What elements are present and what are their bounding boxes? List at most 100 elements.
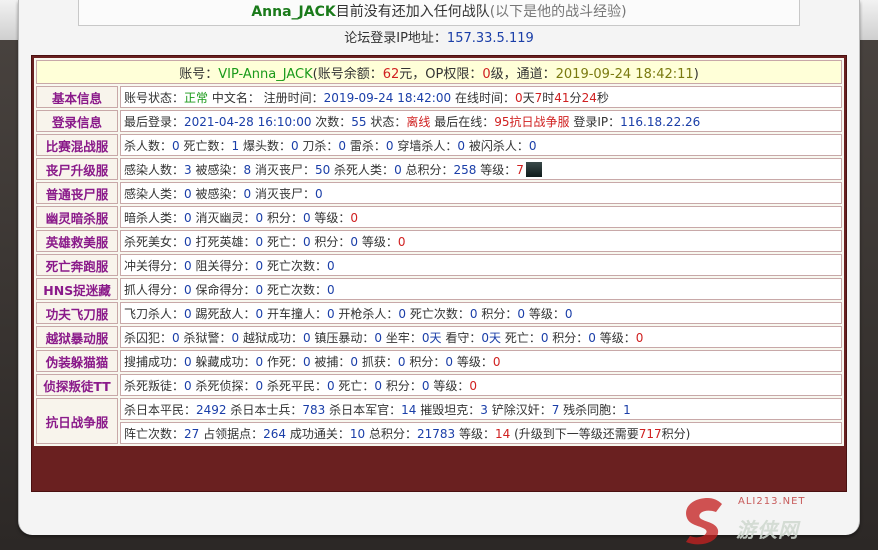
table-row: 丧尸升级服 感染人数：3 被感染：8 消灭丧尸：50 杀死人类：0 总积分：25… <box>36 158 842 180</box>
stat-value: 0 <box>302 330 311 345</box>
balance-label: (账号余额： <box>312 66 383 82</box>
hide-stats-cell: 搜捕成功：0 躲藏成功：0 作死：0 被捕：0 抓获：0 积分：0 等级：0 <box>120 350 842 372</box>
text: 占领据点： <box>199 426 264 441</box>
stat-value: 0 <box>184 186 192 201</box>
text: 积分： <box>548 330 589 345</box>
text: 积分： <box>310 234 351 249</box>
stat-value: 27 <box>184 426 200 441</box>
text: 搜捕成功： <box>124 354 185 369</box>
stat-value: 0 <box>184 258 192 273</box>
clan-status: 目前没有还加入任何战队 <box>335 4 490 20</box>
text: 死亡： <box>334 378 375 393</box>
text: 杀日本军官： <box>325 402 402 417</box>
stat-value: 0 <box>243 186 252 201</box>
stat-value: 0 <box>231 330 240 345</box>
stat-value: 0 <box>326 306 335 321</box>
category-hns: HNS捉迷藏 <box>36 278 118 300</box>
text: 杀死叛徒： <box>124 378 185 393</box>
stats-table: 账号：VIP-Anna_JACK(账号余额：62元，OP权限：0级，通道：201… <box>34 58 844 446</box>
stat-value: 0 <box>445 354 453 369</box>
text: 残杀同胞： <box>559 402 624 417</box>
stat-value: 0 <box>338 138 347 153</box>
table-row: 普通丧尸服 感染人类：0 被感染：0 消灭丧尸：0 <box>36 182 842 204</box>
text: 死亡： <box>501 330 541 345</box>
online-seconds: 24 <box>581 90 597 105</box>
text: 消灭丧尸： <box>251 186 315 201</box>
text: 秒 <box>596 90 609 105</box>
op-value: 0 <box>482 66 491 82</box>
text: 杀日本平民： <box>124 402 197 417</box>
text: 总积分： <box>365 426 417 441</box>
stat-value: 0 <box>290 138 299 153</box>
text: 等级： <box>455 426 495 441</box>
stat-value: 0天 <box>481 330 501 345</box>
text: 摧毁坦克： <box>416 402 481 417</box>
forum-ip-row: 论坛登录IP地址：157.33.5.119 <box>18 28 860 50</box>
stat-value: 0 <box>374 330 383 345</box>
text: 铲除汉奸： <box>487 402 552 417</box>
text: 等级： <box>525 306 565 321</box>
text: 等级： <box>476 162 517 177</box>
stat-value: 0天 <box>421 330 442 345</box>
hns-stats-cell: 抓人得分：0 保命得分：0 死亡次数：0 <box>120 278 842 300</box>
text: 杀死美女： <box>124 234 185 249</box>
stat-value: 0 <box>528 138 537 153</box>
player-name[interactable]: Anna_JACK <box>251 4 335 20</box>
text: 开车撞人： <box>263 306 327 321</box>
channel-time: 2019-09-24 18:42:11 <box>555 66 694 82</box>
stat-value: 0 <box>255 378 264 393</box>
stat-value: 0 <box>302 354 311 369</box>
stat-value: 0 <box>184 210 192 225</box>
stat-value: 2492 <box>196 402 227 417</box>
text: 最后在线： <box>430 114 495 129</box>
stat-value: 0 <box>374 378 383 393</box>
text: 死亡次数： <box>406 306 470 321</box>
war-stats-cell-2: 阵亡次数：27 占领据点：264 成功通关：10 总积分：21783 等级：14… <box>120 422 842 444</box>
text: 杀死平民： <box>263 378 327 393</box>
level-value: 0 <box>492 354 501 369</box>
stat-value: 0 <box>350 354 359 369</box>
forum-ip-value: 157.33.5.119 <box>446 31 534 46</box>
watermark-text: 游侠网 <box>736 518 799 542</box>
text: 打死英雄： <box>191 234 256 249</box>
stat-value: 0 <box>394 162 402 177</box>
stat-value: 0 <box>184 282 192 297</box>
stat-value: 0 <box>184 378 192 393</box>
text: 杀囚犯： <box>124 330 173 345</box>
stat-value: 3 <box>184 162 192 177</box>
stat-value: 0 <box>255 258 264 273</box>
text: 账号状态： <box>124 90 185 105</box>
table-row: 死亡奔跑服 冲关得分：0 阻关得分：0 死亡次数：0 <box>36 254 842 276</box>
account-name: VIP-Anna_JACK <box>218 66 313 82</box>
text: 次数： <box>311 114 352 129</box>
category-war: 抗日战争服 <box>36 398 118 444</box>
war-stats-cell-1: 杀日本平民：2492 杀日本士兵：783 杀日本军官：14 摧毁坦克：3 铲除汉… <box>120 398 842 420</box>
text: 天 <box>522 90 535 105</box>
text: 死亡数： <box>179 138 232 153</box>
text: 越狱成功： <box>239 330 303 345</box>
stat-value: 8 <box>243 162 252 177</box>
table-row: 基本信息 账号状态：正常 中文名： 注册时间：2019-09-24 18:42:… <box>36 86 842 108</box>
stat-value: 0 <box>457 138 465 153</box>
last-server-link[interactable]: 95抗日战争服 <box>494 115 569 129</box>
text: 死亡次数： <box>263 282 327 297</box>
zombie-up-stats-cell: 感染人数：3 被感染：8 消灭丧尸：50 杀死人类：0 总积分：258 等级：7 <box>120 158 842 180</box>
kungfu-stats-cell: 飞刀杀人：0 踢死敌人：0 开车撞人：0 开枪杀人：0 死亡次数：0 积分：0 … <box>120 302 842 324</box>
register-time-value: 2019-09-24 18:42:00 <box>323 90 452 105</box>
text: 总积分： <box>401 162 454 177</box>
stat-value: 0 <box>302 210 311 225</box>
login-info-cell: 最后登录：2021-04-28 16:10:00 次数：55 状态：离线 最后在… <box>120 110 842 132</box>
category-zombie-up: 丧尸升级服 <box>36 158 118 180</box>
text: 积分： <box>263 210 303 225</box>
text: 死亡次数： <box>263 258 327 273</box>
text: 杀日本士兵： <box>226 402 303 417</box>
level-value: 0 <box>469 378 477 393</box>
text: 刀杀： <box>298 138 339 153</box>
level-badge-icon <box>525 161 542 177</box>
stat-value: 0 <box>255 306 264 321</box>
basic-info-cell: 账号状态：正常 中文名： 注册时间：2019-09-24 18:42:00 在线… <box>120 86 842 108</box>
text: 杀狱警： <box>179 330 232 345</box>
category-run: 死亡奔跑服 <box>36 254 118 276</box>
stat-value: 0 <box>397 354 406 369</box>
mixed-stats-cell: 杀人数：0 死亡数：1 爆头数：0 刀杀：0 雷杀：0 穿墙杀人：0 被闪杀人：… <box>120 134 842 156</box>
